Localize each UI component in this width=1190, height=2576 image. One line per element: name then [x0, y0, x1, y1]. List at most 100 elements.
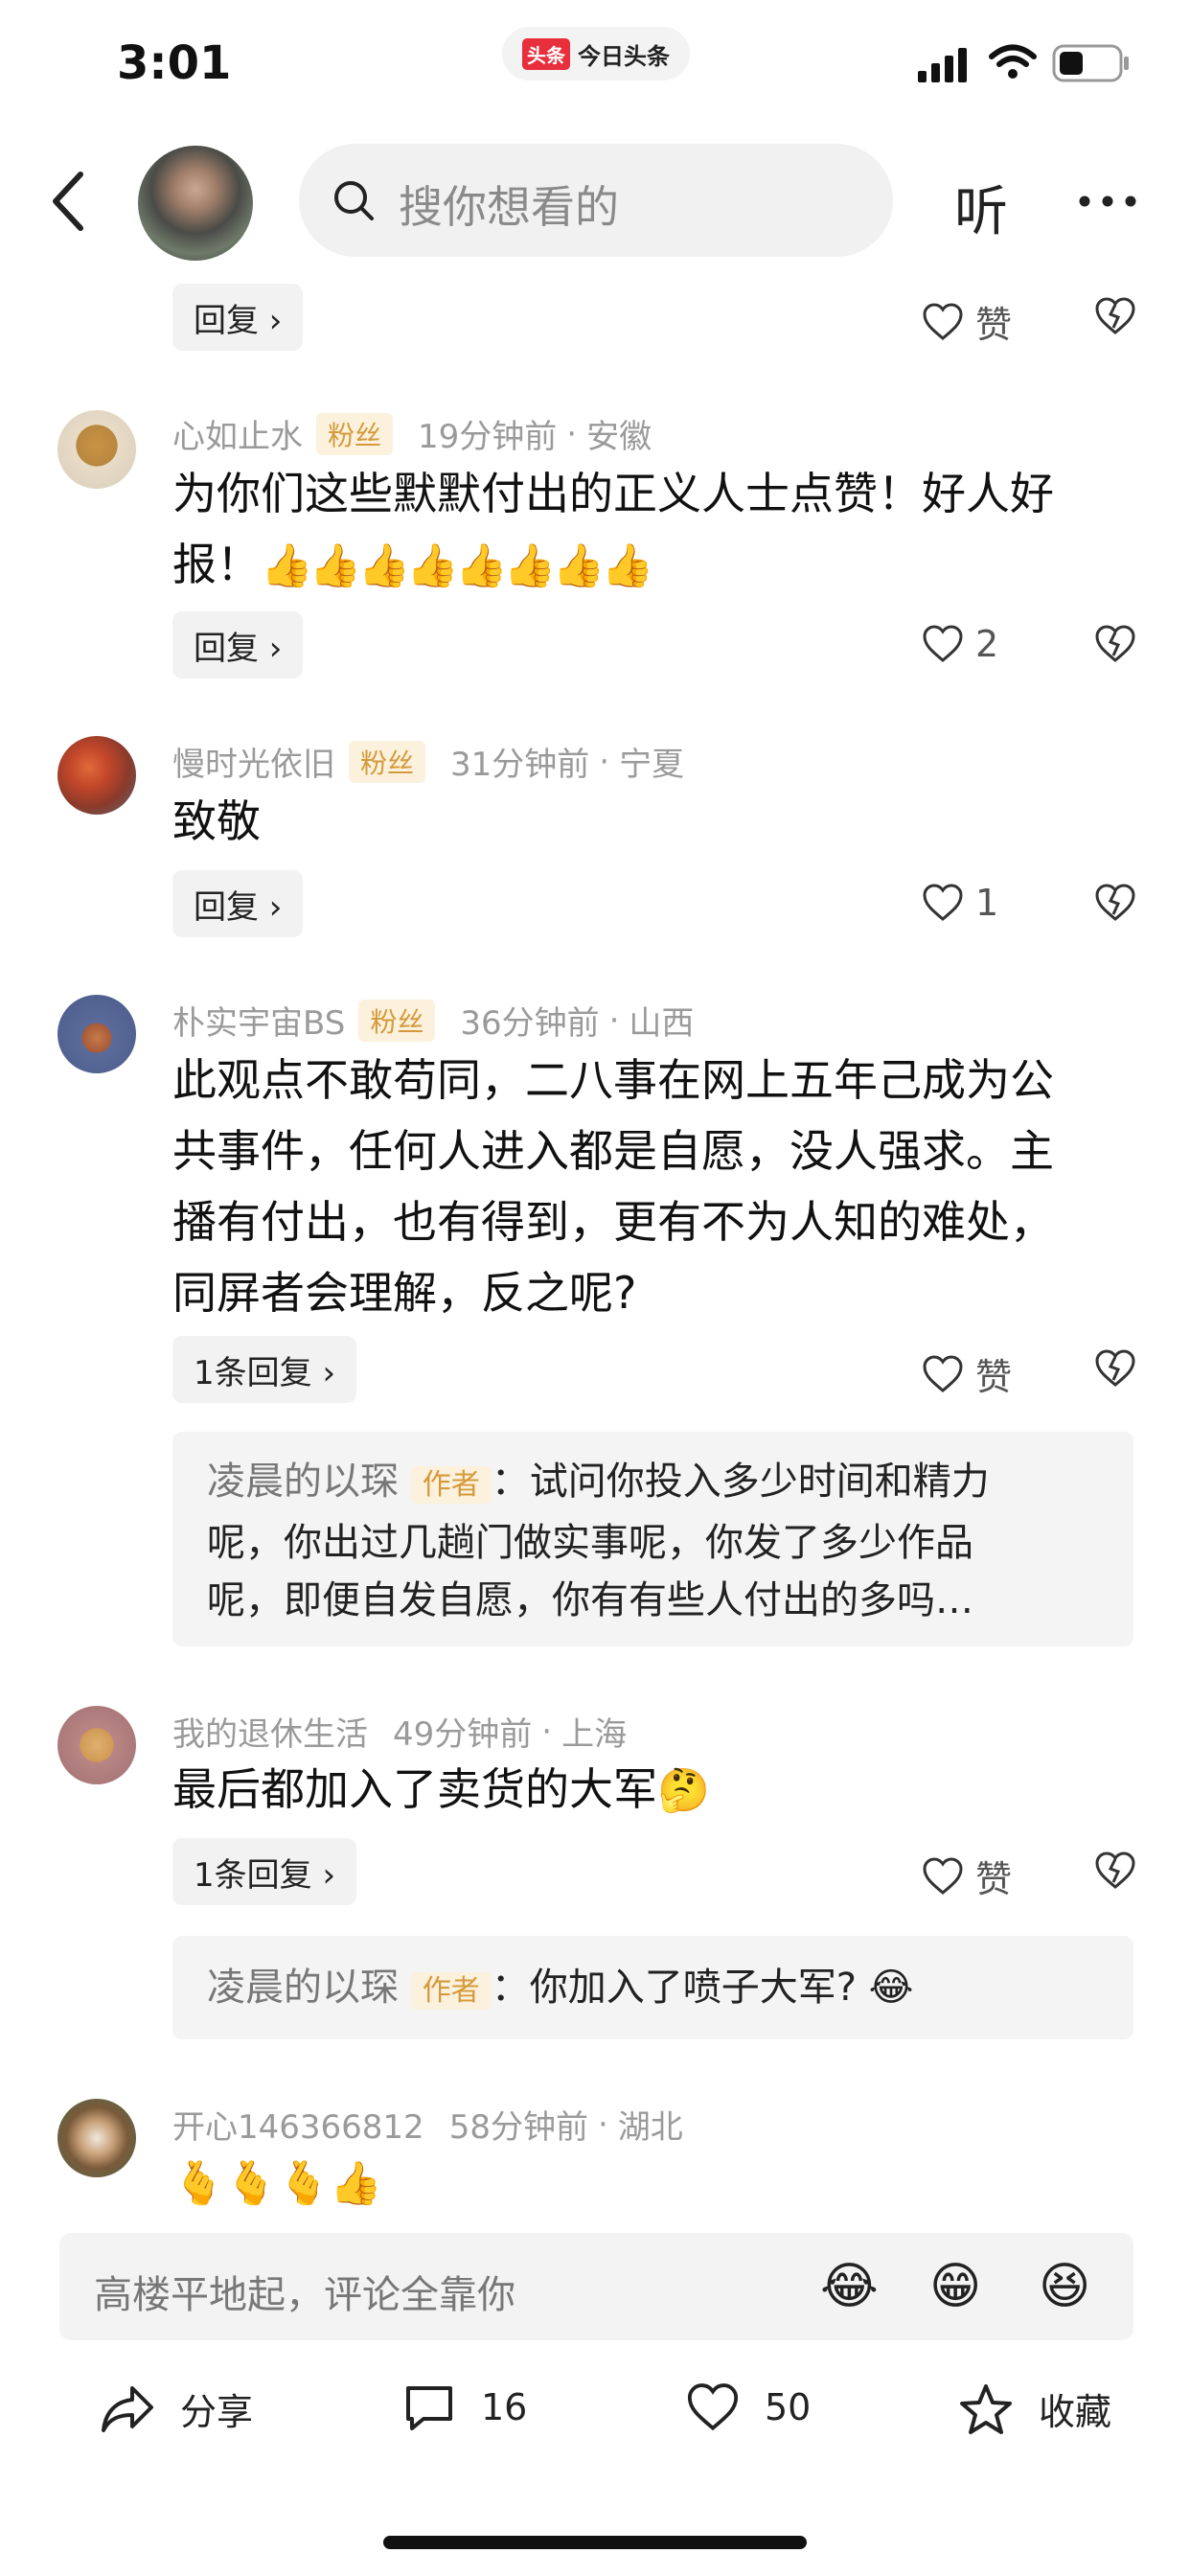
comment-text: 此观点不敢苟同，二八事在网上五年己成为公 共事件，任何人进入都是自愿，没人强求。…: [172, 1045, 1159, 1328]
comment-time: 36分钟前: [460, 1004, 600, 1043]
author-reply-preview[interactable]: 凌晨的以琛 作者 ：试问你投入多少时间和精力 呢，你出过几趟门做实事呢，你发了多少…: [172, 1432, 1133, 1646]
dislike-icon[interactable]: [1094, 625, 1136, 663]
reply-text: ：试问你投入多少时间和精力: [491, 1460, 990, 1504]
comment-text: 最后都加入了卖货的大军🤔: [172, 1754, 710, 1827]
author-reply-preview[interactable]: 凌晨的以琛 作者 ：你加入了喷子大军? 😂: [172, 1936, 1133, 2039]
comment-count: 16: [481, 2386, 528, 2428]
like-article-button[interactable]: 50: [686, 2382, 811, 2432]
comment-location: 上海: [561, 1715, 628, 1754]
dislike-icon[interactable]: [1094, 297, 1136, 335]
dislike-icon[interactable]: [1094, 1852, 1136, 1890]
comment-time: 31分钟前: [450, 746, 590, 784]
share-icon: [102, 2385, 153, 2432]
username[interactable]: 我的退休生活: [172, 1708, 368, 1755]
comment-line: 同屏者会理解，反之呢?: [172, 1267, 637, 1319]
emoji-grin-button[interactable]: 😁: [929, 2258, 981, 2315]
comment-meta: 朴实宇宙BS 粉丝 36分钟前 · 山西: [172, 997, 694, 1044]
author-reply-line: 呢，你出过几趟门做实事呢，你发了多少作品: [207, 1521, 973, 1565]
comment-meta: 我的退休生活 49分钟前 · 上海: [172, 1708, 627, 1755]
comment-text: 致敬: [172, 795, 261, 847]
status-time: 3:01: [117, 36, 232, 90]
reply-button[interactable]: 回复 ›: [172, 611, 304, 678]
like-button[interactable]: 1: [922, 882, 998, 924]
reply-author-name[interactable]: 凌晨的以琛: [207, 1966, 399, 2010]
comment-line: 此观点不敢苟同，二八事在网上五年己成为公: [172, 1054, 1054, 1106]
listen-button[interactable]: 听: [954, 169, 1008, 246]
author-reply-line: 凌晨的以琛 作者 ：试问你投入多少时间和精力: [207, 1453, 1117, 1514]
comment-meta: 慢时光依旧 粉丝 31分钟前 · 宁夏: [172, 738, 684, 785]
app-indicator[interactable]: 头条 今日头条: [502, 27, 690, 80]
view-replies-button[interactable]: 1条回复 ›: [172, 1336, 357, 1403]
reply-button[interactable]: 回复 ›: [172, 284, 304, 351]
comment-input-placeholder[interactable]: 高楼平地起，评论全靠你: [94, 2264, 515, 2319]
separator: ·: [541, 1712, 553, 1751]
search-placeholder[interactable]: 搜你想看的: [399, 172, 619, 236]
comment-line-text: 最后都加入了卖货的大军: [172, 1763, 657, 1815]
comment-icon: [406, 2386, 452, 2430]
comment-button[interactable]: 16: [402, 2382, 527, 2432]
comment-location: 宁夏: [619, 746, 685, 784]
thumbs-up-emoji: 👍👍👍👍👍👍👍👍: [261, 541, 653, 590]
reply-text: ：你加入了喷子大军?: [491, 1966, 857, 2010]
avatar[interactable]: [57, 1706, 136, 1784]
comment-text: 🫰🫰🫰👍: [172, 2147, 382, 2220]
avatar[interactable]: [57, 2099, 136, 2177]
star-icon: [960, 2383, 1012, 2434]
username[interactable]: 开心146366812: [172, 2101, 424, 2148]
comment-location: 山西: [629, 1004, 695, 1043]
like-button[interactable]: 2: [922, 623, 998, 665]
emoji-laugh-button[interactable]: 😆: [1039, 2258, 1090, 2315]
home-indicator[interactable]: [383, 2536, 807, 2549]
like-label: 赞: [975, 1858, 1013, 1900]
emoji-laugh-cry-button[interactable]: 😂: [820, 2258, 879, 2315]
share-label: 分享: [180, 2391, 254, 2433]
heart-icon: [923, 302, 963, 340]
like-button[interactable]: 赞: [922, 1347, 1012, 1400]
thinking-emoji: 🤔: [657, 1766, 710, 1815]
comment-meta: 开心146366812 58分钟前 · 湖北: [172, 2101, 683, 2148]
like-count: 50: [765, 2386, 812, 2428]
cellular-signal-icon: [918, 48, 967, 82]
more-icon[interactable]: [1077, 192, 1138, 211]
back-icon[interactable]: [48, 171, 90, 232]
heart-icon: [687, 2383, 739, 2431]
heart-icon: [923, 884, 963, 921]
author-avatar[interactable]: [138, 146, 253, 261]
avatar[interactable]: [57, 410, 136, 489]
reply-button[interactable]: 回复 ›: [172, 870, 304, 937]
author-reply-line: 呢，即便自发自愿，你有有些人付出的多吗…: [207, 1578, 973, 1622]
comment-time: 58分钟前: [448, 2108, 588, 2147]
like-count: 1: [975, 882, 999, 924]
app-name: 今日头条: [578, 42, 670, 70]
fan-badge: 粉丝: [316, 412, 394, 455]
author-reply-text: 凌晨的以琛 作者 ：你加入了喷子大军? 😂: [207, 1959, 913, 2020]
comment-line: 报！👍👍👍👍👍👍👍👍: [172, 529, 1150, 602]
like-label: 赞: [975, 1356, 1013, 1398]
reply-author-name[interactable]: 凌晨的以琛: [207, 1460, 399, 1504]
avatar[interactable]: [57, 736, 136, 815]
avatar[interactable]: [57, 995, 136, 1073]
username[interactable]: 慢时光依旧: [172, 738, 335, 785]
wifi-icon: [989, 44, 1037, 79]
heart-icon: [923, 625, 963, 662]
fan-badge: 粉丝: [349, 740, 426, 783]
view-replies-button[interactable]: 1条回复 ›: [172, 1838, 357, 1905]
like-button[interactable]: 赞: [922, 295, 1012, 348]
like-button[interactable]: 赞: [922, 1850, 1012, 1902]
author-tag: 作者: [410, 1466, 492, 1504]
comment-location: 湖北: [617, 2108, 683, 2147]
share-button[interactable]: 分享: [100, 2382, 253, 2435]
favorite-button[interactable]: 收藏: [958, 2382, 1111, 2435]
comment-time: 49分钟前: [393, 1715, 533, 1754]
heart-hands-emoji: 🫰🫰🫰👍: [172, 2159, 383, 2208]
separator: ·: [566, 414, 578, 453]
comment-text: 为你们这些默默付出的正义人士点赞！好人好 报！👍👍👍👍👍👍👍👍: [172, 458, 1150, 602]
comment-line: 共事件，任何人进入都是自愿，没人强求。主: [172, 1125, 1054, 1177]
comment-line: 为你们这些默默付出的正义人士点赞！好人好: [172, 468, 1054, 519]
username[interactable]: 心如止水: [172, 410, 303, 457]
username[interactable]: 朴实宇宙BS: [172, 997, 345, 1044]
dislike-icon[interactable]: [1094, 884, 1136, 922]
dislike-icon[interactable]: [1094, 1349, 1136, 1388]
heart-icon: [923, 1856, 963, 1895]
author-reply-text: 凌晨的以琛 作者 ：试问你投入多少时间和精力 呢，你出过几趟门做实事呢，你发了多少…: [207, 1453, 1117, 1629]
